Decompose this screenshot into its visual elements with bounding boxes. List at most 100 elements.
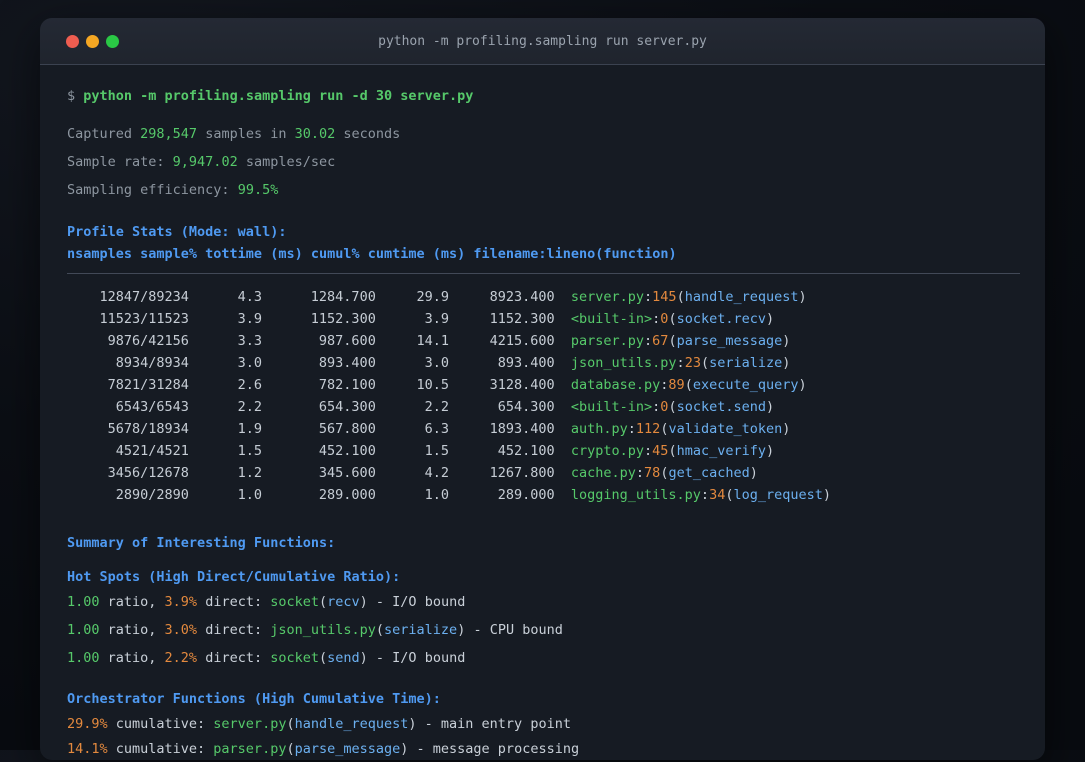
hot-spots-heading: Hot Spots (High Direct/Cumulative Ratio)… (67, 569, 401, 585)
sample-pct-value: 1.2 (237, 465, 263, 481)
function-location: database.py:89(execute_query) (571, 374, 807, 396)
cumul-pct-value: 3.0 (424, 355, 449, 371)
orchestrator-heading: Orchestrator Functions (High Cumulative … (67, 691, 441, 707)
direct-label: direct: (205, 650, 263, 666)
tottime-value: 452.100 (318, 443, 376, 459)
line-number: 89 (668, 377, 685, 393)
punct: ( (668, 333, 677, 349)
hot-spot-note: - I/O bound (375, 594, 466, 610)
sample-rate-unit: samples/sec (245, 154, 336, 170)
cumtime-value: 8923.400 (489, 289, 555, 305)
function-location: server.py(handle_request) (213, 716, 416, 732)
function-location: cache.py:78(get_cached) (571, 462, 758, 484)
punct: ) (822, 487, 832, 503)
func-name: hmac_verify (676, 443, 766, 459)
title-bar[interactable]: python -m profiling.sampling run server.… (40, 18, 1045, 65)
captured-label: Captured (67, 126, 133, 142)
punct: ( (286, 741, 295, 757)
cumulative-pct: 14.1% (67, 741, 108, 757)
orchestrator-list: 29.9% cumulative: server.py(handle_request… (67, 712, 1020, 762)
sample-pct-value: 1.9 (237, 421, 263, 437)
function-location: logging_utils.py:34(log_request) (571, 484, 831, 506)
file-name: <built-in> (570, 399, 653, 415)
punct: : (700, 487, 710, 503)
line-number: 45 (652, 443, 669, 459)
ratio-label: ratio, (107, 594, 157, 610)
table-row: 9876/42156 3.3 987.600 14.1 4215.600 parser.p… (67, 330, 1020, 352)
tottime-value: 1152.300 (310, 311, 376, 327)
duration-value: 30.02 (294, 126, 336, 142)
cumulative-label: cumulative: (115, 716, 206, 732)
file-name: server.py (213, 716, 287, 732)
table-row: 4521/4521 1.5 452.100 1.5 452.100 crypto.py:4… (67, 440, 1020, 462)
table-row: 7821/31284 2.6 782.100 10.5 3128.400 database… (67, 374, 1020, 396)
punct: : (627, 421, 636, 437)
line-number: 112 (635, 421, 661, 437)
direct-label: direct: (205, 622, 263, 638)
tottime-value: 345.600 (318, 465, 376, 481)
sample-pct-value: 2.2 (237, 399, 263, 415)
nsamples-value: 8934/8934 (115, 355, 189, 371)
file-name: server.py (570, 289, 645, 305)
tottime-value: 1284.700 (310, 289, 376, 305)
punct: ( (286, 716, 295, 732)
tottime-value: 567.800 (318, 421, 376, 437)
cumtime-value: 1893.400 (489, 421, 555, 437)
direct-pct: 2.2% (164, 650, 198, 666)
punct: : (676, 355, 685, 371)
line-number: 23 (684, 355, 701, 371)
file-name: socket (270, 594, 319, 610)
table-column-header: nsamples sample% tottime (ms) cumul% cum… (67, 246, 677, 262)
minimize-button[interactable] (86, 34, 99, 48)
nsamples-value: 6543/6543 (115, 399, 189, 415)
nsamples-value: 11523/11523 (99, 311, 189, 327)
punct: ( (319, 594, 328, 610)
file-name: auth.py (570, 421, 628, 437)
table-row: 11523/11523 3.9 1152.300 3.9 1152.300 <built-… (67, 308, 1020, 330)
profile-table: 12847/89234 4.3 1284.700 29.9 8923.400 server… (67, 286, 1020, 506)
tottime-value: 782.100 (318, 377, 376, 393)
tottime-value: 987.600 (318, 333, 376, 349)
cumul-pct-value: 6.3 (424, 421, 449, 437)
nsamples-value: 9876/42156 (107, 333, 189, 349)
nsamples-value: 3456/12678 (107, 465, 189, 481)
nsamples-value: 4521/4521 (115, 443, 189, 459)
punct: ) (782, 355, 791, 371)
punct: ) (798, 289, 807, 305)
func-name: parse_message (676, 333, 783, 349)
maximize-button[interactable] (106, 34, 119, 48)
nsamples-value: 2890/2890 (115, 487, 189, 503)
func-name: socket.send (676, 399, 766, 415)
function-location: json_utils.py:23(serialize) (571, 352, 791, 374)
file-name: parser.py (213, 741, 287, 757)
file-name: socket (270, 650, 319, 666)
cumul-pct-value: 1.0 (424, 487, 449, 503)
cumtime-value: 1152.300 (489, 311, 555, 327)
hot-spot-note: - CPU bound (473, 622, 563, 638)
orchestrator-line: 29.9% cumulative: server.py(handle_request… (67, 712, 1020, 737)
line-number: 67 (652, 333, 669, 349)
punct: ) (765, 443, 775, 459)
cumul-pct-value: 10.5 (416, 377, 449, 393)
traffic-lights (66, 34, 119, 48)
cumul-pct-value: 3.9 (424, 311, 449, 327)
cumul-pct-value: 2.2 (424, 399, 449, 415)
sample-pct-value: 4.3 (237, 289, 263, 305)
file-name: json_utils.py (570, 355, 677, 371)
function-location: socket(recv) (270, 594, 368, 610)
function-location: parser.py(parse_message) (213, 741, 408, 757)
close-button[interactable] (66, 34, 79, 48)
function-location: <built-in>:0(socket.recv) (571, 308, 774, 330)
cumul-pct-value: 4.2 (424, 465, 449, 481)
hot-spot-line: 1.00 ratio, 2.2% direct: socket(send) - I/O b… (67, 644, 1020, 672)
file-name: cache.py (570, 465, 636, 481)
tottime-value: 654.300 (318, 399, 376, 415)
summary-heading: Summary of Interesting Functions: (67, 535, 336, 551)
terminal-output[interactable]: $ python -m profiling.sampling run -d 30 … (40, 65, 1045, 762)
punct: : (644, 443, 653, 459)
punct: ( (375, 622, 385, 638)
terminal-window: python -m profiling.sampling run server.… (40, 18, 1045, 760)
nsamples-value: 5678/18934 (107, 421, 189, 437)
file-name: json_utils.py (270, 622, 376, 638)
ratio-value: 1.00 (67, 650, 100, 666)
